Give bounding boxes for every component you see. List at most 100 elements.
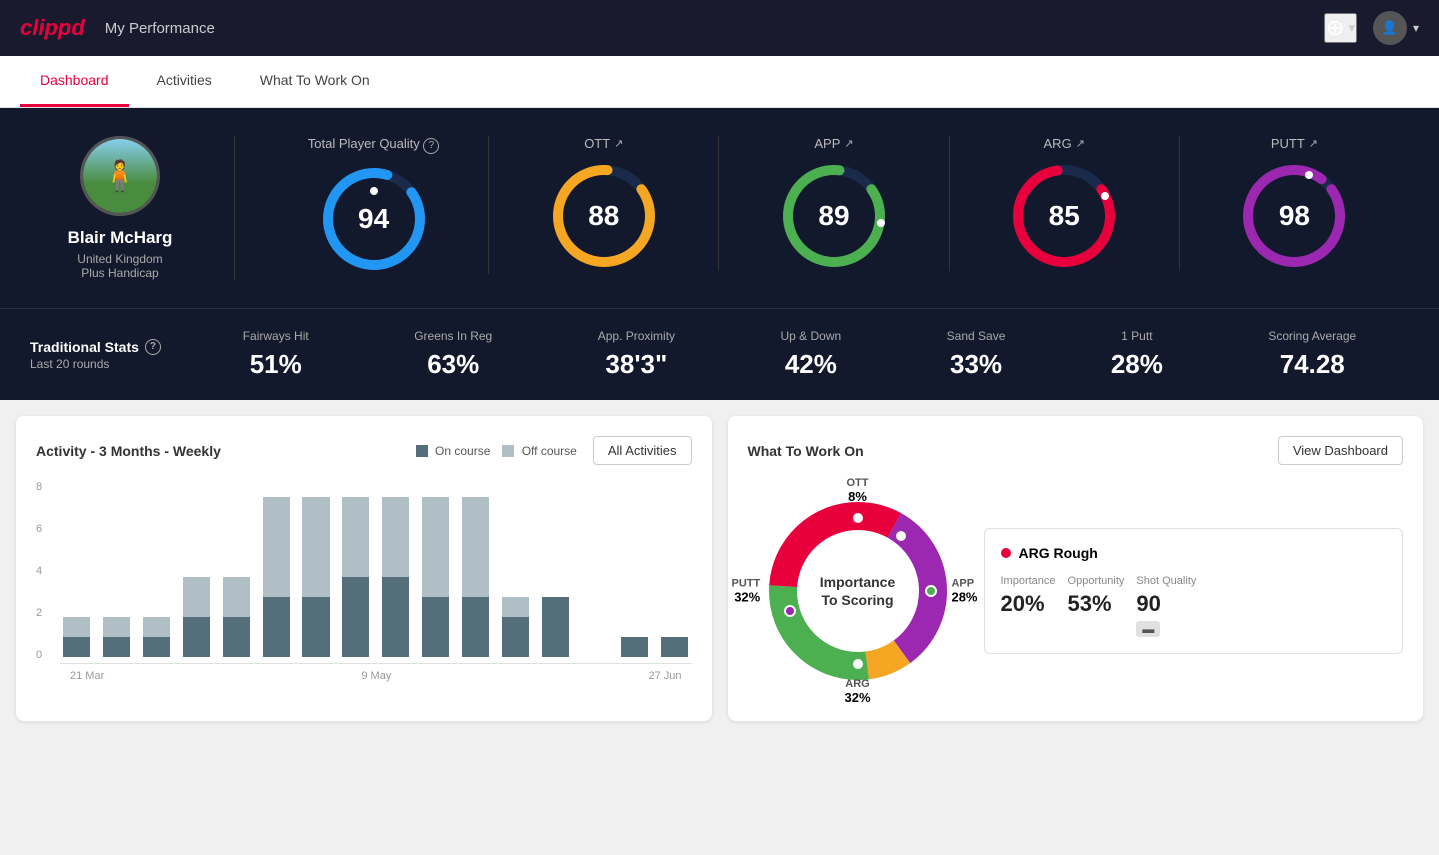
putt-label: PUTT ↗ <box>1271 136 1318 151</box>
tabs: Dashboard Activities What To Work On <box>0 56 1439 108</box>
bar-group-5 <box>259 477 293 657</box>
ott-arrow-icon: ↗ <box>614 137 623 150</box>
y-label-0: 0 <box>36 649 42 661</box>
tab-what-to-work-on[interactable]: What To Work On <box>240 56 390 107</box>
ott-donut-label: OTT 8% <box>847 477 869 504</box>
bar-off-7 <box>342 497 369 577</box>
wtwo-title: What To Work On <box>748 443 864 459</box>
traditional-stats: Traditional Stats ? Last 20 rounds Fairw… <box>0 308 1439 400</box>
metric-shot-quality-label: Shot Quality <box>1136 575 1196 587</box>
y-label-8: 8 <box>36 481 42 493</box>
tpq-help-icon[interactable]: ? <box>423 138 439 154</box>
add-arrow: ▾ <box>1348 20 1355 36</box>
add-button[interactable]: ⊕ ▾ <box>1324 13 1357 43</box>
bar-on-11 <box>502 617 529 657</box>
metric-opportunity-value: 53% <box>1068 591 1112 617</box>
bar-off-8 <box>382 497 409 577</box>
stat-up-down: Up & Down 42% <box>781 329 842 380</box>
donut-center-text: Importance To Scoring <box>820 573 895 609</box>
bar-on-15 <box>661 637 688 657</box>
info-card-metrics: Importance 20% Opportunity 53% Shot Qual… <box>1001 575 1387 637</box>
header-right: ⊕ ▾ 👤 ▾ <box>1324 11 1419 45</box>
wtwo-content: Importance To Scoring OTT 8% APP 28% ARG… <box>748 481 1404 701</box>
bar-group-8 <box>379 477 413 657</box>
bar-on-2 <box>143 637 170 657</box>
bar-group-0 <box>60 477 94 657</box>
stat-up-down-value: 42% <box>785 349 837 380</box>
legend-on-course: On course <box>416 444 491 458</box>
avatar-arrow: ▾ <box>1413 21 1419 35</box>
arg-label: ARG ↗ <box>1044 136 1085 151</box>
profile-country: United Kingdom <box>77 252 162 266</box>
stat-sand-save-label: Sand Save <box>947 329 1006 343</box>
header-left: clippd My Performance <box>20 15 215 41</box>
trad-stats-title: Traditional Stats ? <box>30 339 190 355</box>
metric-opportunity: Opportunity 53% <box>1068 575 1125 637</box>
chart-x-labels: 21 Mar 9 May 27 Jun <box>60 670 692 682</box>
all-activities-button[interactable]: All Activities <box>593 436 692 465</box>
bar-on-8 <box>382 577 409 657</box>
bar-chart-wrapper: 8 6 4 2 0 21 Mar 9 May 27 Jun <box>36 481 692 682</box>
bar-off-1 <box>103 617 130 637</box>
stat-app-prox: App. Proximity 38'3" <box>598 329 675 380</box>
tab-activities[interactable]: Activities <box>137 56 232 107</box>
info-card-header: ARG Rough <box>1001 545 1387 561</box>
trad-stats-help-icon[interactable]: ? <box>145 339 161 355</box>
tab-dashboard[interactable]: Dashboard <box>20 56 129 107</box>
app-label-text: APP <box>814 136 840 151</box>
stat-scoring-avg-value: 74.28 <box>1280 349 1345 380</box>
profile-name: Blair McHarg <box>68 228 173 248</box>
bar-on-9 <box>422 597 449 657</box>
bar-on-1 <box>103 637 130 657</box>
stat-one-putt: 1 Putt 28% <box>1111 329 1163 380</box>
chart-header: Activity - 3 Months - Weekly On course O… <box>36 436 692 465</box>
metric-importance-value: 20% <box>1001 591 1045 617</box>
avatar[interactable]: 👤 <box>1373 11 1407 45</box>
putt-card: PUTT ↗ 98 <box>1180 136 1409 271</box>
bottom-section: Activity - 3 Months - Weekly On course O… <box>0 400 1439 737</box>
bar-off-3 <box>183 577 210 617</box>
x-label-jun: 27 Jun <box>648 670 681 682</box>
trad-stats-label: Traditional Stats ? Last 20 rounds <box>30 339 190 371</box>
bar-group-12 <box>538 477 572 657</box>
legend-off-course: Off course <box>502 444 576 458</box>
bar-group-2 <box>140 477 174 657</box>
stat-fairways-hit: Fairways Hit 51% <box>243 329 309 380</box>
arg-value: 85 <box>1049 200 1080 232</box>
info-card-title: ARG Rough <box>1019 545 1098 561</box>
bar-off-6 <box>302 497 329 597</box>
bar-group-6 <box>299 477 333 657</box>
stat-sand-save-value: 33% <box>950 349 1002 380</box>
donut-line2: To Scoring <box>820 591 895 609</box>
chart-title: Activity - 3 Months - Weekly <box>36 443 221 459</box>
profile-avatar: 🧍 <box>80 136 160 216</box>
bar-group-7 <box>339 477 373 657</box>
metric-shot-quality-value: 90 <box>1136 591 1160 617</box>
activity-chart-card: Activity - 3 Months - Weekly On course O… <box>16 416 712 721</box>
bar-off-9 <box>422 497 449 597</box>
putt-arrow-icon: ↗ <box>1309 137 1318 150</box>
user-menu[interactable]: 👤 ▾ <box>1373 11 1419 45</box>
ott-ring: 88 <box>549 161 659 271</box>
score-cards: Total Player Quality ? 94 OTT ↗ <box>259 136 1409 274</box>
app-card: APP ↗ 89 <box>719 136 949 271</box>
bar-on-4 <box>223 617 250 657</box>
stat-one-putt-value: 28% <box>1111 349 1163 380</box>
view-dashboard-button[interactable]: View Dashboard <box>1278 436 1403 465</box>
chart-legend: On course Off course <box>416 444 577 458</box>
putt-ring: 98 <box>1239 161 1349 271</box>
bar-off-4 <box>223 577 250 617</box>
stat-greens-value: 63% <box>427 349 479 380</box>
legend-off-label: Off course <box>522 444 577 458</box>
metric-importance-label: Importance <box>1001 575 1056 587</box>
chart-baseline <box>60 663 692 664</box>
bar-group-3 <box>180 477 214 657</box>
app-donut-label: APP 28% <box>951 578 977 605</box>
bar-off-0 <box>63 617 90 637</box>
ott-label-text: OTT <box>584 136 610 151</box>
bar-group-13 <box>578 477 612 657</box>
arg-label-text: ARG <box>1044 136 1072 151</box>
header: clippd My Performance ⊕ ▾ 👤 ▾ <box>0 0 1439 56</box>
arg-ring: 85 <box>1009 161 1119 271</box>
metric-shot-quality-badge: ▬ <box>1136 621 1160 637</box>
